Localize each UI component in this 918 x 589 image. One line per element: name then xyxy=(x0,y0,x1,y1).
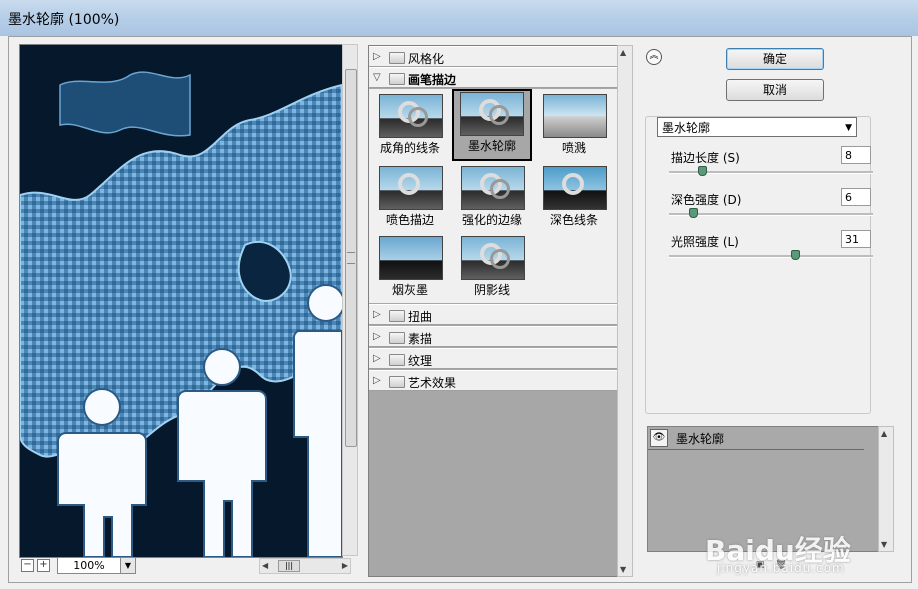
filter-preview-thumbnail xyxy=(543,166,607,210)
light-intensity-slider-thumb[interactable] xyxy=(791,250,801,260)
folder-icon xyxy=(389,332,405,344)
folder-icon xyxy=(389,354,405,366)
window-title: 墨水轮廓 (100%) xyxy=(8,12,120,28)
filter-select[interactable]: 墨水轮廓 ▼ xyxy=(657,117,857,137)
ok-button[interactable]: 确定 xyxy=(726,48,824,70)
stroke-length-slider[interactable] xyxy=(669,166,873,176)
chevron-down-icon: ▼ xyxy=(845,123,852,133)
filter-thumb-angled-strokes[interactable]: 成角的线条 xyxy=(371,91,449,161)
zoom-in-button[interactable]: + xyxy=(37,559,50,572)
filter-preview-thumbnail xyxy=(379,166,443,210)
filter-thumb-sumi-e[interactable]: 烟灰墨 xyxy=(371,233,449,303)
expand-triangle-icon: ▷ xyxy=(373,309,381,320)
baidu-watermark-url: jingyan.baidu.com xyxy=(717,561,845,575)
effect-layer-row[interactable]: 👁 墨水轮廓 xyxy=(648,427,864,450)
collapse-gallery-icon[interactable]: ︽ xyxy=(646,49,662,65)
category-sketch[interactable]: ▷ 素描 xyxy=(369,326,617,347)
light-intensity-slider[interactable] xyxy=(669,250,873,260)
filter-preview-thumbnail xyxy=(461,236,525,280)
zoom-out-button[interactable]: − xyxy=(21,559,34,572)
dark-intensity-label: 深色强度 (D) xyxy=(671,193,742,207)
scroll-up-icon[interactable]: ▲ xyxy=(881,429,887,438)
category-stylize[interactable]: ▷ 风格化 xyxy=(369,46,617,67)
brush-filter-thumbnails: 成角的线条 墨水轮廓 喷溅 喷色描边 强化的边缘 深色线条 烟灰墨 阴影线 xyxy=(369,89,617,303)
category-brush-strokes[interactable]: ▽ 画笔描边 xyxy=(369,67,617,88)
expand-triangle-icon: ▷ xyxy=(373,51,381,62)
folder-icon xyxy=(389,376,405,388)
scroll-up-icon[interactable]: ▲ xyxy=(620,48,626,57)
stroke-length-input[interactable]: 8 xyxy=(841,146,871,164)
preview-hscroll-thumb[interactable]: ||| xyxy=(278,560,300,572)
scroll-left-icon[interactable]: ◀ xyxy=(262,559,268,573)
filter-thumb-dark-strokes[interactable]: 深色线条 xyxy=(535,163,613,233)
effect-layer-name: 墨水轮廓 xyxy=(676,432,725,446)
layers-scrollbar[interactable]: ▲ ▼ xyxy=(878,426,894,552)
filter-thumb-accented-edges[interactable]: 强化的边缘 xyxy=(453,163,531,233)
light-intensity-input[interactable]: 31 xyxy=(841,230,871,248)
dark-intensity-slider[interactable] xyxy=(669,208,873,218)
stroke-length-slider-thumb[interactable] xyxy=(697,166,707,176)
eye-icon[interactable]: 👁 xyxy=(650,429,668,447)
filter-thumb-spatter[interactable]: 喷溅 xyxy=(535,91,613,161)
filter-list: ▷ 风格化 ▽ 画笔描边 成角的线条 墨水轮廓 喷溅 喷色描边 强化的边缘 深色… xyxy=(368,45,618,577)
zoom-dropdown-button[interactable]: ▼ xyxy=(120,557,136,574)
expand-triangle-icon: ▷ xyxy=(373,353,381,364)
collapse-triangle-icon: ▽ xyxy=(373,72,381,83)
folder-open-icon xyxy=(389,73,405,85)
preview-zoom-bar: − + 100% ▼ ◀ ||| ▶ xyxy=(19,557,359,574)
preview-vertical-scrollbar[interactable] xyxy=(342,44,358,556)
category-distort[interactable]: ▷ 扭曲 xyxy=(369,304,617,325)
preview-artwork xyxy=(20,45,342,557)
filter-select-value: 墨水轮廓 xyxy=(662,121,711,135)
light-intensity-label: 光照强度 (L) xyxy=(671,235,739,249)
expand-triangle-icon: ▷ xyxy=(373,375,381,386)
category-artistic[interactable]: ▷ 艺术效果 xyxy=(369,370,617,391)
filter-gallery-dialog: − + 100% ▼ ◀ ||| ▶ ▷ 风格化 ▽ 画笔描边 成角的线条 墨水… xyxy=(8,36,912,583)
scroll-down-icon[interactable]: ▼ xyxy=(881,540,887,549)
category-texture[interactable]: ▷ 纹理 xyxy=(369,348,617,369)
filter-preview-thumbnail xyxy=(461,166,525,210)
dark-intensity-slider-thumb[interactable] xyxy=(689,208,699,218)
filter-thumb-crosshatch[interactable]: 阴影线 xyxy=(453,233,531,303)
scroll-right-icon[interactable]: ▶ xyxy=(342,559,348,573)
filter-preview-thumbnail xyxy=(379,94,443,138)
filter-preview-thumbnail xyxy=(379,236,443,280)
title-bar: 墨水轮廓 (100%) xyxy=(0,0,918,36)
scroll-down-icon[interactable]: ▼ xyxy=(620,565,626,574)
preview-image[interactable] xyxy=(19,44,343,558)
folder-icon xyxy=(389,52,405,64)
filter-preview-thumbnail xyxy=(460,92,524,136)
filter-preview-thumbnail xyxy=(543,94,607,138)
expand-triangle-icon: ▷ xyxy=(373,331,381,342)
zoom-level-field[interactable]: 100% xyxy=(57,557,121,574)
filter-list-scrollbar[interactable]: ▲ ▼ xyxy=(617,45,633,577)
preview-scroll-thumb[interactable] xyxy=(345,69,357,447)
filter-thumb-sprayed-strokes[interactable]: 喷色描边 xyxy=(371,163,449,233)
stroke-length-label: 描边长度 (S) xyxy=(671,151,740,165)
filter-thumb-ink-outlines[interactable]: 墨水轮廓 xyxy=(452,89,532,161)
folder-icon xyxy=(389,310,405,322)
dark-intensity-input[interactable]: 6 xyxy=(841,188,871,206)
cancel-button[interactable]: 取消 xyxy=(726,79,824,101)
preview-horizontal-scrollbar[interactable]: ◀ ||| ▶ xyxy=(259,558,351,574)
